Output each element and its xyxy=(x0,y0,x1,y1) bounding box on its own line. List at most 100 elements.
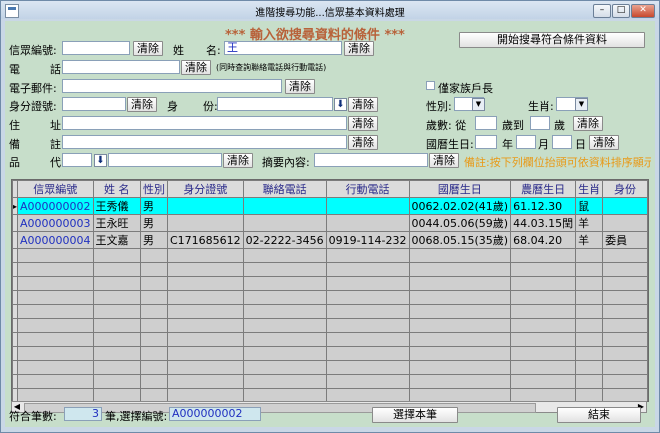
minimize-button[interactable]: – xyxy=(593,4,611,18)
birth-month-input[interactable] xyxy=(516,135,536,149)
id-clear-button[interactable]: 清除 xyxy=(127,97,157,112)
empty-cell xyxy=(139,360,168,375)
table-cell[interactable] xyxy=(602,197,648,215)
table-cell[interactable]: 68.04.20 xyxy=(510,231,577,249)
table-cell[interactable] xyxy=(325,197,410,215)
table-cell[interactable] xyxy=(166,214,244,232)
table-cell[interactable]: A000000004 xyxy=(17,231,94,249)
exit-button[interactable]: 結束 xyxy=(557,407,641,423)
table-cell[interactable] xyxy=(166,197,244,215)
table-cell[interactable]: 0919-114-232 xyxy=(325,231,410,249)
empty-cell xyxy=(510,318,577,333)
table-cell[interactable]: 王永旺 xyxy=(92,214,141,232)
summary-clear-button[interactable]: 清除 xyxy=(429,153,459,168)
birth-year-input[interactable] xyxy=(475,135,497,149)
birth-day-input[interactable] xyxy=(552,135,572,149)
birth-clear-button[interactable]: 清除 xyxy=(589,135,619,150)
empty-cell xyxy=(242,360,327,375)
table-cell[interactable]: 鼠 xyxy=(575,197,604,215)
empty-cell xyxy=(17,346,94,361)
table-cell[interactable]: 61.12.30 xyxy=(510,197,577,215)
member-id-clear-button[interactable]: 清除 xyxy=(133,41,163,56)
empty-cell xyxy=(17,318,94,333)
age-clear-button[interactable]: 清除 xyxy=(573,116,603,131)
table-cell[interactable]: 男 xyxy=(139,231,168,249)
table-cell[interactable]: 男 xyxy=(139,197,168,215)
table-cell[interactable] xyxy=(242,197,327,215)
table-row[interactable]: A000000004 王文嘉男 C171685612 02-2222-3456 0919… xyxy=(12,231,648,249)
table-cell[interactable]: A000000002 xyxy=(17,197,94,215)
birth-day-label: 日 xyxy=(575,138,586,151)
household-checkbox[interactable] xyxy=(426,81,435,90)
table-row[interactable]: ▸ A000000002 王秀儀男 0062.02.02(41歲) 61.12.30 鼠 xyxy=(12,197,648,215)
role-select[interactable] xyxy=(217,97,333,111)
member-id-input[interactable] xyxy=(62,41,130,55)
table-cell[interactable]: 羊 xyxy=(575,214,604,232)
id-input[interactable] xyxy=(62,97,126,111)
table-cell[interactable]: 委員 xyxy=(602,231,648,249)
empty-cell xyxy=(602,290,648,305)
table-cell[interactable]: 0068.05.15(35歲) xyxy=(408,231,512,249)
empty-row xyxy=(12,374,648,389)
email-clear-button[interactable]: 清除 xyxy=(285,79,315,94)
column-header[interactable]: 身份 xyxy=(602,180,648,198)
column-header[interactable]: 農曆生日 xyxy=(510,180,577,198)
table-row[interactable]: A000000003 王永旺男 0044.05.06(59歲) 44.03.15閏羊 xyxy=(12,214,648,232)
table-cell[interactable] xyxy=(242,214,327,232)
birth-label: 國曆生日: xyxy=(426,138,474,151)
table-cell[interactable]: 王秀儀 xyxy=(92,197,141,215)
address-clear-button[interactable]: 清除 xyxy=(348,116,378,131)
table-cell[interactable]: A000000003 xyxy=(17,214,94,232)
start-search-button[interactable]: 開始搜尋符合條件資料 xyxy=(459,32,645,48)
empty-cell xyxy=(92,332,141,347)
column-header[interactable]: 姓 名 xyxy=(92,180,141,198)
column-header[interactable]: 聯絡電話 xyxy=(242,180,327,198)
column-header[interactable]: 信眾編號 xyxy=(17,180,94,198)
column-header[interactable]: 身分證號 xyxy=(166,180,244,198)
table-cell[interactable]: 0062.02.02(41歲) xyxy=(408,197,512,215)
table-cell[interactable]: 44.03.15閏 xyxy=(510,214,577,232)
role-dropdown-icon[interactable]: ⬇ xyxy=(334,98,347,111)
maximize-button[interactable]: □ xyxy=(612,4,630,18)
empty-cell xyxy=(325,332,410,347)
age-from-input[interactable] xyxy=(475,116,497,130)
role-clear-button[interactable]: 清除 xyxy=(348,97,378,112)
grade-select[interactable] xyxy=(62,153,92,167)
empty-cell xyxy=(139,262,168,277)
table-cell[interactable]: 02-2222-3456 xyxy=(242,231,327,249)
table-cell[interactable]: 羊 xyxy=(575,231,604,249)
table-cell[interactable]: 王文嘉 xyxy=(92,231,141,249)
column-header[interactable]: 性別 xyxy=(139,180,168,198)
table-cell[interactable] xyxy=(325,214,410,232)
grade-dropdown-icon[interactable]: ⬇ xyxy=(94,154,107,167)
gender-dropdown-icon[interactable]: ▼ xyxy=(472,98,485,111)
empty-cell xyxy=(242,290,327,305)
table-cell[interactable]: 0044.05.06(59歲) xyxy=(408,214,512,232)
email-input[interactable] xyxy=(62,79,282,93)
zodiac-dropdown-icon[interactable]: ▼ xyxy=(575,98,588,111)
column-header[interactable]: 行動電話 xyxy=(325,180,410,198)
grade-name-input[interactable] xyxy=(108,153,222,167)
results-grid[interactable]: 信眾編號姓 名性別 身分證號 聯絡電話 行動電話 國曆生日 農曆生日 生肖 身份 ▸ A0000… xyxy=(11,179,649,402)
name-clear-button[interactable]: 清除 xyxy=(344,41,374,56)
table-cell[interactable]: C171685612 xyxy=(166,231,244,249)
select-record-button[interactable]: 選擇本筆 xyxy=(372,407,458,423)
phone-input[interactable] xyxy=(62,60,180,74)
grade-label-left: 品 xyxy=(9,156,20,169)
summary-input[interactable] xyxy=(314,153,428,167)
close-window-button[interactable]: ✕ xyxy=(631,4,655,18)
address-input[interactable] xyxy=(62,116,347,130)
grade-clear-button[interactable]: 清除 xyxy=(223,153,253,168)
empty-cell xyxy=(139,346,168,361)
column-header[interactable]: 國曆生日 xyxy=(408,180,512,198)
name-input[interactable]: 王 xyxy=(224,41,342,55)
age-to-input[interactable] xyxy=(530,116,550,130)
note-clear-button[interactable]: 清除 xyxy=(348,135,378,150)
note-input[interactable] xyxy=(62,135,347,149)
empty-cell xyxy=(166,262,244,277)
table-cell[interactable]: 男 xyxy=(139,214,168,232)
age-unit-label: 歲 xyxy=(554,119,565,132)
phone-clear-button[interactable]: 清除 xyxy=(181,60,211,75)
column-header[interactable]: 生肖 xyxy=(575,180,604,198)
table-cell[interactable] xyxy=(602,214,648,232)
